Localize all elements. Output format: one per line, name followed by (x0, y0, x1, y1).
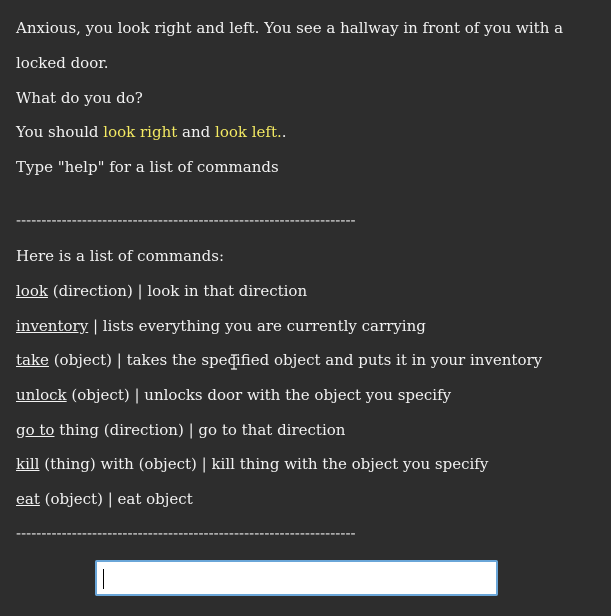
caret (103, 569, 104, 589)
command-desc: (direction) | look in that direction (47, 282, 308, 300)
command-name: eat (16, 490, 40, 508)
command-desc: (object) | eat object (39, 490, 193, 508)
command-look: look (direction) | look in that directio… (16, 281, 307, 316)
command-kill: kill (thing) with (object) | kill thing … (16, 454, 488, 489)
hint-prefix: You should (16, 123, 104, 141)
command-desc: thing (direction) | go to that direction (54, 421, 346, 439)
narrative-prompt: What do you do? (16, 89, 143, 107)
command-desc: (object) | unlocks door with the object … (66, 386, 452, 404)
command-input-box[interactable] (95, 560, 498, 596)
hint-and: and (177, 123, 216, 141)
command-name: unlock (16, 386, 67, 404)
narrative-line-1: Anxious, you look right and left. You se… (16, 19, 564, 37)
narrative-line-2: locked door. (16, 54, 109, 72)
command-name: inventory (16, 317, 89, 335)
command-name: look (16, 282, 48, 300)
command-name: kill (16, 455, 40, 473)
divider-bottom: ----------------------------------------… (16, 524, 356, 542)
command-name: take (16, 351, 49, 369)
command-go-to: go to thing (direction) | go to that dir… (16, 420, 345, 455)
command-desc: (thing) with (object) | kill thing with … (39, 455, 489, 473)
hint-look-right: look right (103, 123, 178, 141)
command-name: go to (16, 421, 55, 439)
command-desc: (object) | takes the specified object an… (48, 351, 543, 369)
hint-look-left: look left. (215, 123, 282, 141)
narrative-hint: You should look right and look left.. (16, 122, 287, 157)
command-desc: | lists everything you are currently car… (88, 317, 426, 335)
command-eat: eat (object) | eat object (16, 489, 193, 524)
help-hint: Type "help" for a list of commands (16, 158, 279, 176)
divider-top: ----------------------------------------… (16, 211, 356, 229)
command-unlock: unlock (object) | unlocks door with the … (16, 385, 451, 420)
command-inventory: inventory | lists everything you are cur… (16, 316, 426, 351)
command-input[interactable] (97, 562, 496, 594)
hint-suffix: . (281, 123, 287, 141)
text-cursor-icon (231, 354, 237, 370)
commands-header: Here is a list of commands: (16, 247, 225, 265)
command-take: take (object) | takes the specified obje… (16, 350, 542, 385)
